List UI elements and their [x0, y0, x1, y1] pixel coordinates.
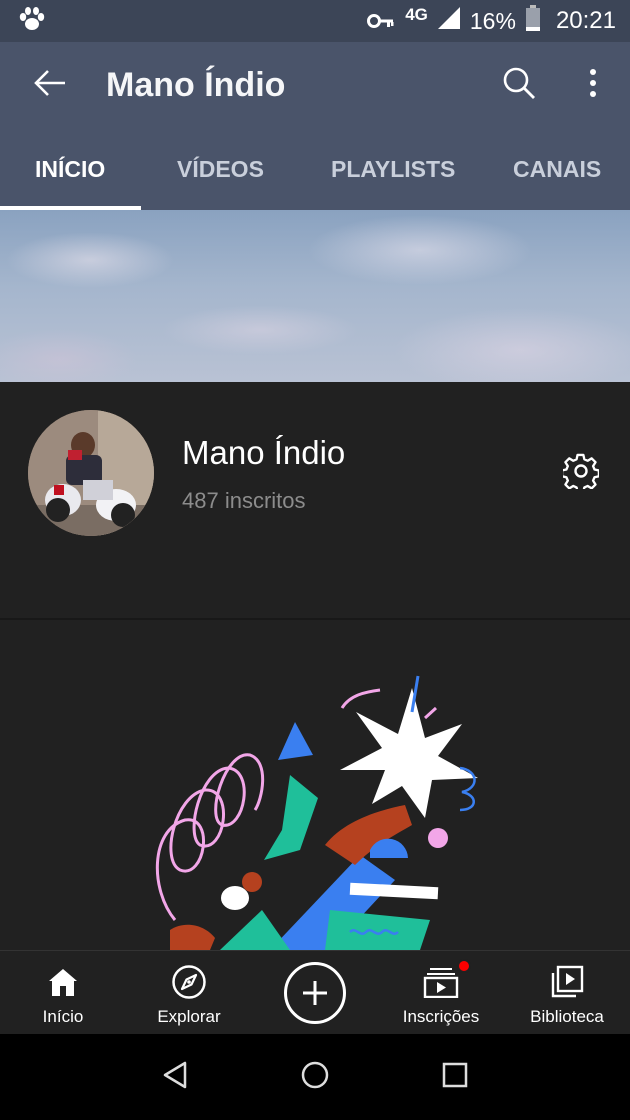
back-arrow-icon: [33, 68, 67, 103]
home-icon: [47, 963, 79, 1001]
subscriber-count: 487 inscritos: [182, 488, 306, 513]
more-options-button[interactable]: [556, 42, 630, 128]
notification-badge: [457, 959, 471, 973]
nav-label-inicio: Início: [42, 1007, 84, 1026]
tab-canais[interactable]: CANAIS: [489, 128, 630, 210]
nav-biblioteca[interactable]: Biblioteca: [504, 951, 630, 1034]
system-recents-button[interactable]: [425, 1047, 485, 1107]
nav-label-biblioteca: Biblioteca: [530, 1007, 604, 1026]
nav-explorar[interactable]: Explorar: [126, 951, 252, 1034]
subscriptions-icon: [423, 959, 471, 1001]
key-icon: [367, 8, 395, 35]
app-bar: Mano Índio: [0, 42, 630, 128]
channel-tabs: INÍCIO VÍDEOS PLAYLISTS CANAIS: [0, 128, 630, 210]
nav-label-inscricoes: Inscrições: [402, 1007, 480, 1026]
nav-inscricoes[interactable]: Inscrições: [378, 951, 504, 1034]
compass-icon: [171, 963, 207, 1001]
paw-icon: [18, 6, 46, 37]
clock: 20:21: [555, 7, 616, 34]
signal-icon: [437, 7, 460, 35]
more-vertical-icon: [589, 68, 597, 103]
create-button[interactable]: [252, 951, 378, 1034]
status-bar: 4G 16% 20:21: [0, 0, 630, 42]
tab-playlists[interactable]: PLAYLISTS: [295, 128, 489, 210]
channel-content: [0, 620, 630, 950]
library-icon: [550, 963, 584, 1001]
channel-banner: [0, 210, 630, 382]
tab-inicio[interactable]: INÍCIO: [0, 128, 141, 210]
avatar[interactable]: [28, 410, 154, 536]
system-nav-bar: [0, 1034, 630, 1120]
battery-icon: [525, 5, 540, 37]
create-plus-icon: [283, 960, 347, 1026]
channel-settings-button[interactable]: [556, 448, 606, 498]
network-type: 4G: [405, 5, 428, 24]
search-icon: [502, 66, 536, 105]
nav-inicio[interactable]: Início: [0, 951, 126, 1034]
page-title: Mano Índio: [106, 65, 286, 104]
search-button[interactable]: [482, 42, 556, 128]
back-button[interactable]: [0, 42, 100, 128]
system-home-button[interactable]: [285, 1047, 345, 1107]
bottom-nav: Início Explorar Inscrições Biblioteca: [0, 950, 630, 1034]
gear-icon: [560, 453, 601, 494]
circle-home-icon: [300, 1060, 330, 1095]
square-recents-icon: [442, 1062, 468, 1093]
channel-header: Mano Índio 487 inscritos: [0, 382, 630, 620]
triangle-back-icon: [161, 1060, 189, 1095]
battery-percent: 16%: [469, 7, 516, 34]
system-back-button[interactable]: [145, 1047, 205, 1107]
nav-label-explorar: Explorar: [157, 1007, 221, 1026]
channel-name: Mano Índio: [182, 434, 346, 471]
tab-videos[interactable]: VÍDEOS: [141, 128, 295, 210]
empty-state-illustration: [155, 675, 478, 950]
